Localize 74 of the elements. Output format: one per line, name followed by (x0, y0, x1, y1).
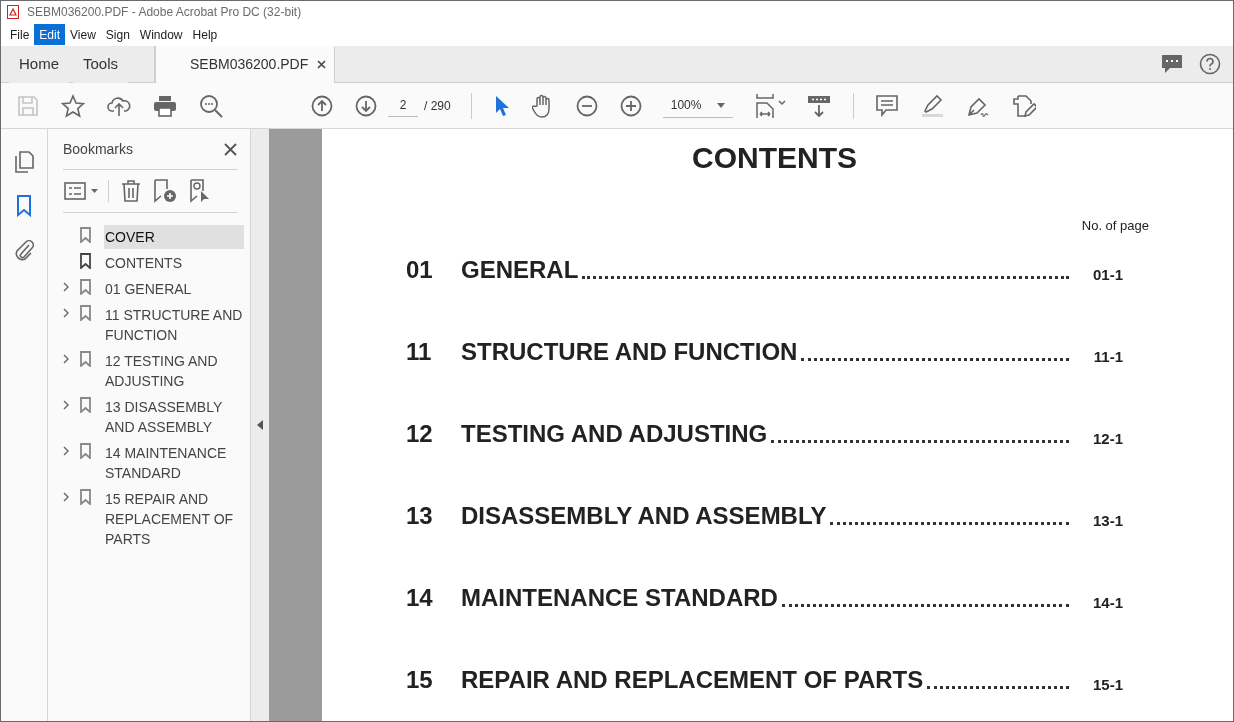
next-page-icon[interactable] (355, 94, 377, 117)
options-icon[interactable] (64, 182, 100, 200)
zoom-out-icon[interactable] (575, 94, 598, 117)
section-title: DISASSEMBLY AND ASSEMBLY (461, 503, 827, 528)
help-icon[interactable] (1199, 53, 1221, 75)
expand-icon[interactable] (63, 446, 69, 456)
menu-item[interactable]: View (65, 24, 101, 45)
print-icon[interactable] (153, 94, 177, 117)
bookmark-item[interactable]: 11 STRUCTURE AND FUNCTION (104, 303, 244, 347)
pages-icon[interactable] (14, 151, 34, 173)
expand-icon[interactable] (63, 282, 69, 292)
section-title: MAINTENANCE STANDARD (461, 585, 778, 610)
bookmark-item[interactable]: 15 REPAIR AND REPLACEMENT OF PARTS (104, 487, 244, 551)
bookmark-item[interactable]: 01 GENERAL (104, 277, 244, 301)
page-heading: CONTENTS (691, 140, 858, 176)
page-reference: 15-1 (1091, 676, 1123, 692)
page-number-field[interactable]: 2 (388, 94, 418, 117)
comment-icon[interactable] (1161, 54, 1183, 74)
find-bookmark-icon[interactable] (189, 179, 211, 203)
new-bookmark-icon[interactable] (153, 179, 177, 203)
zoom-dropdown[interactable]: 100% (662, 93, 733, 118)
section-number: 15 (406, 667, 434, 692)
expand-icon[interactable] (63, 400, 69, 410)
section-title: REPAIR AND REPLACEMENT OF PARTS (461, 667, 924, 692)
expand-icon[interactable] (63, 308, 69, 318)
comment-icon[interactable] (875, 94, 898, 117)
pointer-icon[interactable] (493, 94, 510, 117)
close-icon[interactable] (224, 142, 237, 156)
cloud-upload-icon[interactable] (107, 94, 131, 117)
page-reference: 13-1 (1091, 512, 1123, 528)
page-reference: 12-1 (1091, 430, 1123, 446)
menu-item[interactable]: File (5, 24, 35, 45)
star-icon[interactable] (61, 93, 85, 118)
menu-item[interactable]: Edit (34, 24, 66, 45)
bookmark-item[interactable]: 12 TESTING AND ADJUSTING (104, 349, 244, 393)
section-number: 11 (406, 339, 433, 364)
bookmark-item[interactable]: COVER (104, 225, 244, 249)
menu-item[interactable]: Window (134, 24, 188, 45)
caret-icon (716, 102, 725, 108)
previous-page-icon[interactable] (311, 94, 333, 117)
trash-icon[interactable] (121, 180, 141, 202)
bookmark-item[interactable]: 14 MAINTENANCE STANDARD (104, 441, 244, 485)
bookmark-item[interactable]: CONTENTS (104, 251, 244, 275)
pdf-icon (7, 5, 19, 19)
search-icon[interactable] (199, 93, 223, 118)
zoom-in-icon[interactable] (619, 94, 642, 117)
page-count: / 290 (424, 97, 451, 115)
tab[interactable]: SEBM036200.PDF (155, 46, 335, 83)
section-number: 12 (406, 421, 434, 446)
page-reference: 14-1 (1091, 594, 1123, 610)
page-reference: 11-1 (1092, 348, 1123, 364)
page-reference: 01-1 (1091, 266, 1123, 282)
expand-icon[interactable] (63, 354, 69, 364)
fit-page-icon[interactable] (754, 92, 789, 119)
section-number: 01 (406, 257, 434, 282)
section-number: 13 (406, 503, 434, 528)
column-label: No. of page (1081, 217, 1149, 235)
paperclip-icon[interactable] (14, 239, 34, 261)
window-title: SEBM036200.PDF - Adobe Acrobat Pro DC (32-bit) (27, 4, 302, 21)
panel-title: Bookmarks (63, 139, 134, 159)
section-number: 14 (406, 585, 434, 610)
close-tab-icon[interactable] (317, 60, 326, 69)
section-title: GENERAL (461, 257, 579, 282)
bookmark-icon[interactable] (16, 195, 32, 217)
highlighter-icon[interactable] (919, 93, 944, 118)
menu-item[interactable]: Help (187, 24, 223, 45)
section-title: STRUCTURE AND FUNCTION (461, 339, 798, 364)
collapse-panel-icon[interactable] (257, 420, 263, 430)
scroll-mode-icon[interactable] (806, 93, 831, 118)
expand-icon[interactable] (63, 492, 69, 502)
edit-document-icon[interactable] (1011, 93, 1036, 118)
section-title: TESTING AND ADJUSTING (461, 421, 768, 446)
bookmark-item[interactable]: 13 DISASSEMBLY AND ASSEMBLY (104, 395, 244, 439)
menu-item[interactable]: Sign (100, 24, 135, 45)
